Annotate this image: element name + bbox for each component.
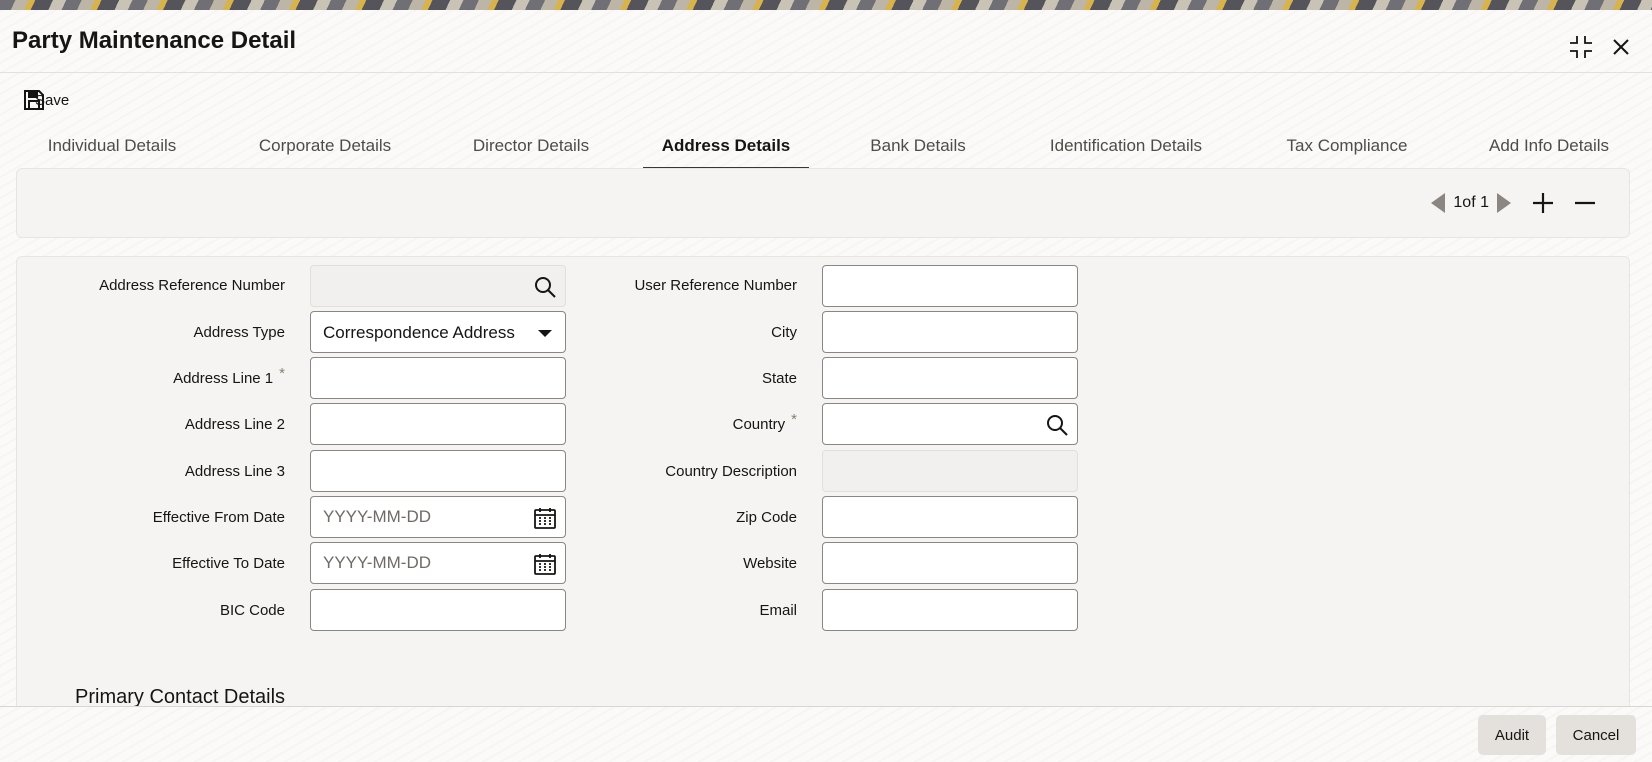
label-address-line-1: Address Line 1 * <box>173 365 285 387</box>
label-state: State <box>761 370 797 387</box>
tab-add-info-details[interactable]: Add Info Details <box>1484 130 1614 170</box>
record-pager: 1of 1 <box>1427 189 1599 217</box>
required-marker: * <box>279 365 285 382</box>
user-reference-number-input[interactable] <box>823 266 1077 306</box>
state-input[interactable] <box>823 358 1077 398</box>
party-maintenance-window: Party Maintenance Detail Save Individual… <box>0 10 1652 762</box>
tab-bank-details[interactable]: Bank Details <box>866 130 970 170</box>
tab-identification-details[interactable]: Identification Details <box>1042 130 1210 170</box>
page-title: Party Maintenance Detail <box>12 27 297 54</box>
country-input[interactable] <box>823 404 1077 444</box>
address-type-value: Correspondence Address <box>323 323 515 342</box>
address-reference-number-field[interactable] <box>310 265 566 307</box>
city-input[interactable] <box>823 312 1077 352</box>
pager-count: 1of 1 <box>1453 194 1489 211</box>
plus-icon[interactable] <box>1529 189 1557 217</box>
title-divider <box>0 72 1652 73</box>
address-line-3-field[interactable] <box>310 450 566 492</box>
user-reference-number-field[interactable] <box>822 265 1078 307</box>
label-website: Website <box>743 555 797 572</box>
record-navigation-panel: 1of 1 <box>16 168 1630 238</box>
label-user-reference-number: User Reference Number <box>634 277 797 294</box>
tab-individual-details[interactable]: Individual Details <box>42 130 182 170</box>
label-address-reference-number: Address Reference Number <box>99 277 285 294</box>
label-effective-from-date: Effective From Date <box>152 509 285 526</box>
top-banner <box>0 0 1652 10</box>
address-line-3-input[interactable] <box>311 451 565 491</box>
label-address-line-1-text: Address Line 1 <box>173 370 274 387</box>
audit-button[interactable]: Audit <box>1478 715 1546 755</box>
zip-code-input[interactable] <box>823 497 1077 537</box>
city-field[interactable] <box>822 311 1078 353</box>
tab-director-details[interactable]: Director Details <box>468 130 594 170</box>
effective-from-date-field[interactable] <box>310 496 566 538</box>
website-input[interactable] <box>823 543 1077 583</box>
country-description-input <box>823 451 1077 491</box>
address-line-1-field[interactable] <box>310 357 566 399</box>
email-field[interactable] <box>822 589 1078 631</box>
label-zip-code: Zip Code <box>736 509 797 526</box>
tab-bar: Individual Details Corporate Details Dir… <box>0 130 1652 170</box>
state-field[interactable] <box>822 357 1078 399</box>
email-input[interactable] <box>823 590 1077 630</box>
caret-down-icon[interactable] <box>533 321 557 345</box>
address-reference-number-input[interactable] <box>311 266 565 306</box>
required-marker: * <box>791 411 797 428</box>
label-country: Country * <box>732 411 797 433</box>
save-label: Save <box>35 91 70 109</box>
label-bic-code: BIC Code <box>219 602 285 619</box>
tab-address-details[interactable]: Address Details <box>643 130 809 170</box>
label-country-description: Country Description <box>665 463 797 480</box>
address-line-2-input[interactable] <box>311 404 565 444</box>
bic-code-field[interactable] <box>310 589 566 631</box>
address-line-1-input[interactable] <box>311 358 565 398</box>
label-country-text: Country <box>732 416 786 433</box>
label-address-type: Address Type <box>193 324 285 341</box>
effective-to-date-input[interactable] <box>311 543 565 583</box>
address-type-select[interactable]: Correspondence Address <box>310 311 566 353</box>
label-address-line-3: Address Line 3 <box>184 463 285 480</box>
address-line-2-field[interactable] <box>310 403 566 445</box>
triangle-right-icon[interactable] <box>1493 189 1515 217</box>
effective-to-date-field[interactable] <box>310 542 566 584</box>
label-city: City <box>771 324 797 341</box>
bic-code-input[interactable] <box>311 590 565 630</box>
country-description-field <box>822 450 1078 492</box>
save-button[interactable]: Save <box>22 86 69 114</box>
label-effective-to-date: Effective To Date <box>172 555 285 572</box>
label-address-line-2: Address Line 2 <box>184 416 285 433</box>
footer-bar: Audit Cancel <box>0 706 1652 762</box>
calendar-icon[interactable] <box>533 552 557 576</box>
search-icon[interactable] <box>1045 413 1069 437</box>
country-field[interactable] <box>822 403 1078 445</box>
close-icon[interactable] <box>1608 34 1634 60</box>
zip-code-field[interactable] <box>822 496 1078 538</box>
label-email: Email <box>759 602 797 619</box>
cancel-button[interactable]: Cancel <box>1556 715 1636 755</box>
tab-tax-compliance[interactable]: Tax Compliance <box>1284 130 1410 170</box>
website-field[interactable] <box>822 542 1078 584</box>
minus-icon[interactable] <box>1571 189 1599 217</box>
tab-corporate-details[interactable]: Corporate Details <box>255 130 395 170</box>
search-icon[interactable] <box>533 275 557 299</box>
collapse-arrows-icon[interactable] <box>1568 34 1594 60</box>
effective-from-date-input[interactable] <box>311 497 565 537</box>
triangle-left-icon[interactable] <box>1427 189 1449 217</box>
calendar-icon[interactable] <box>533 506 557 530</box>
